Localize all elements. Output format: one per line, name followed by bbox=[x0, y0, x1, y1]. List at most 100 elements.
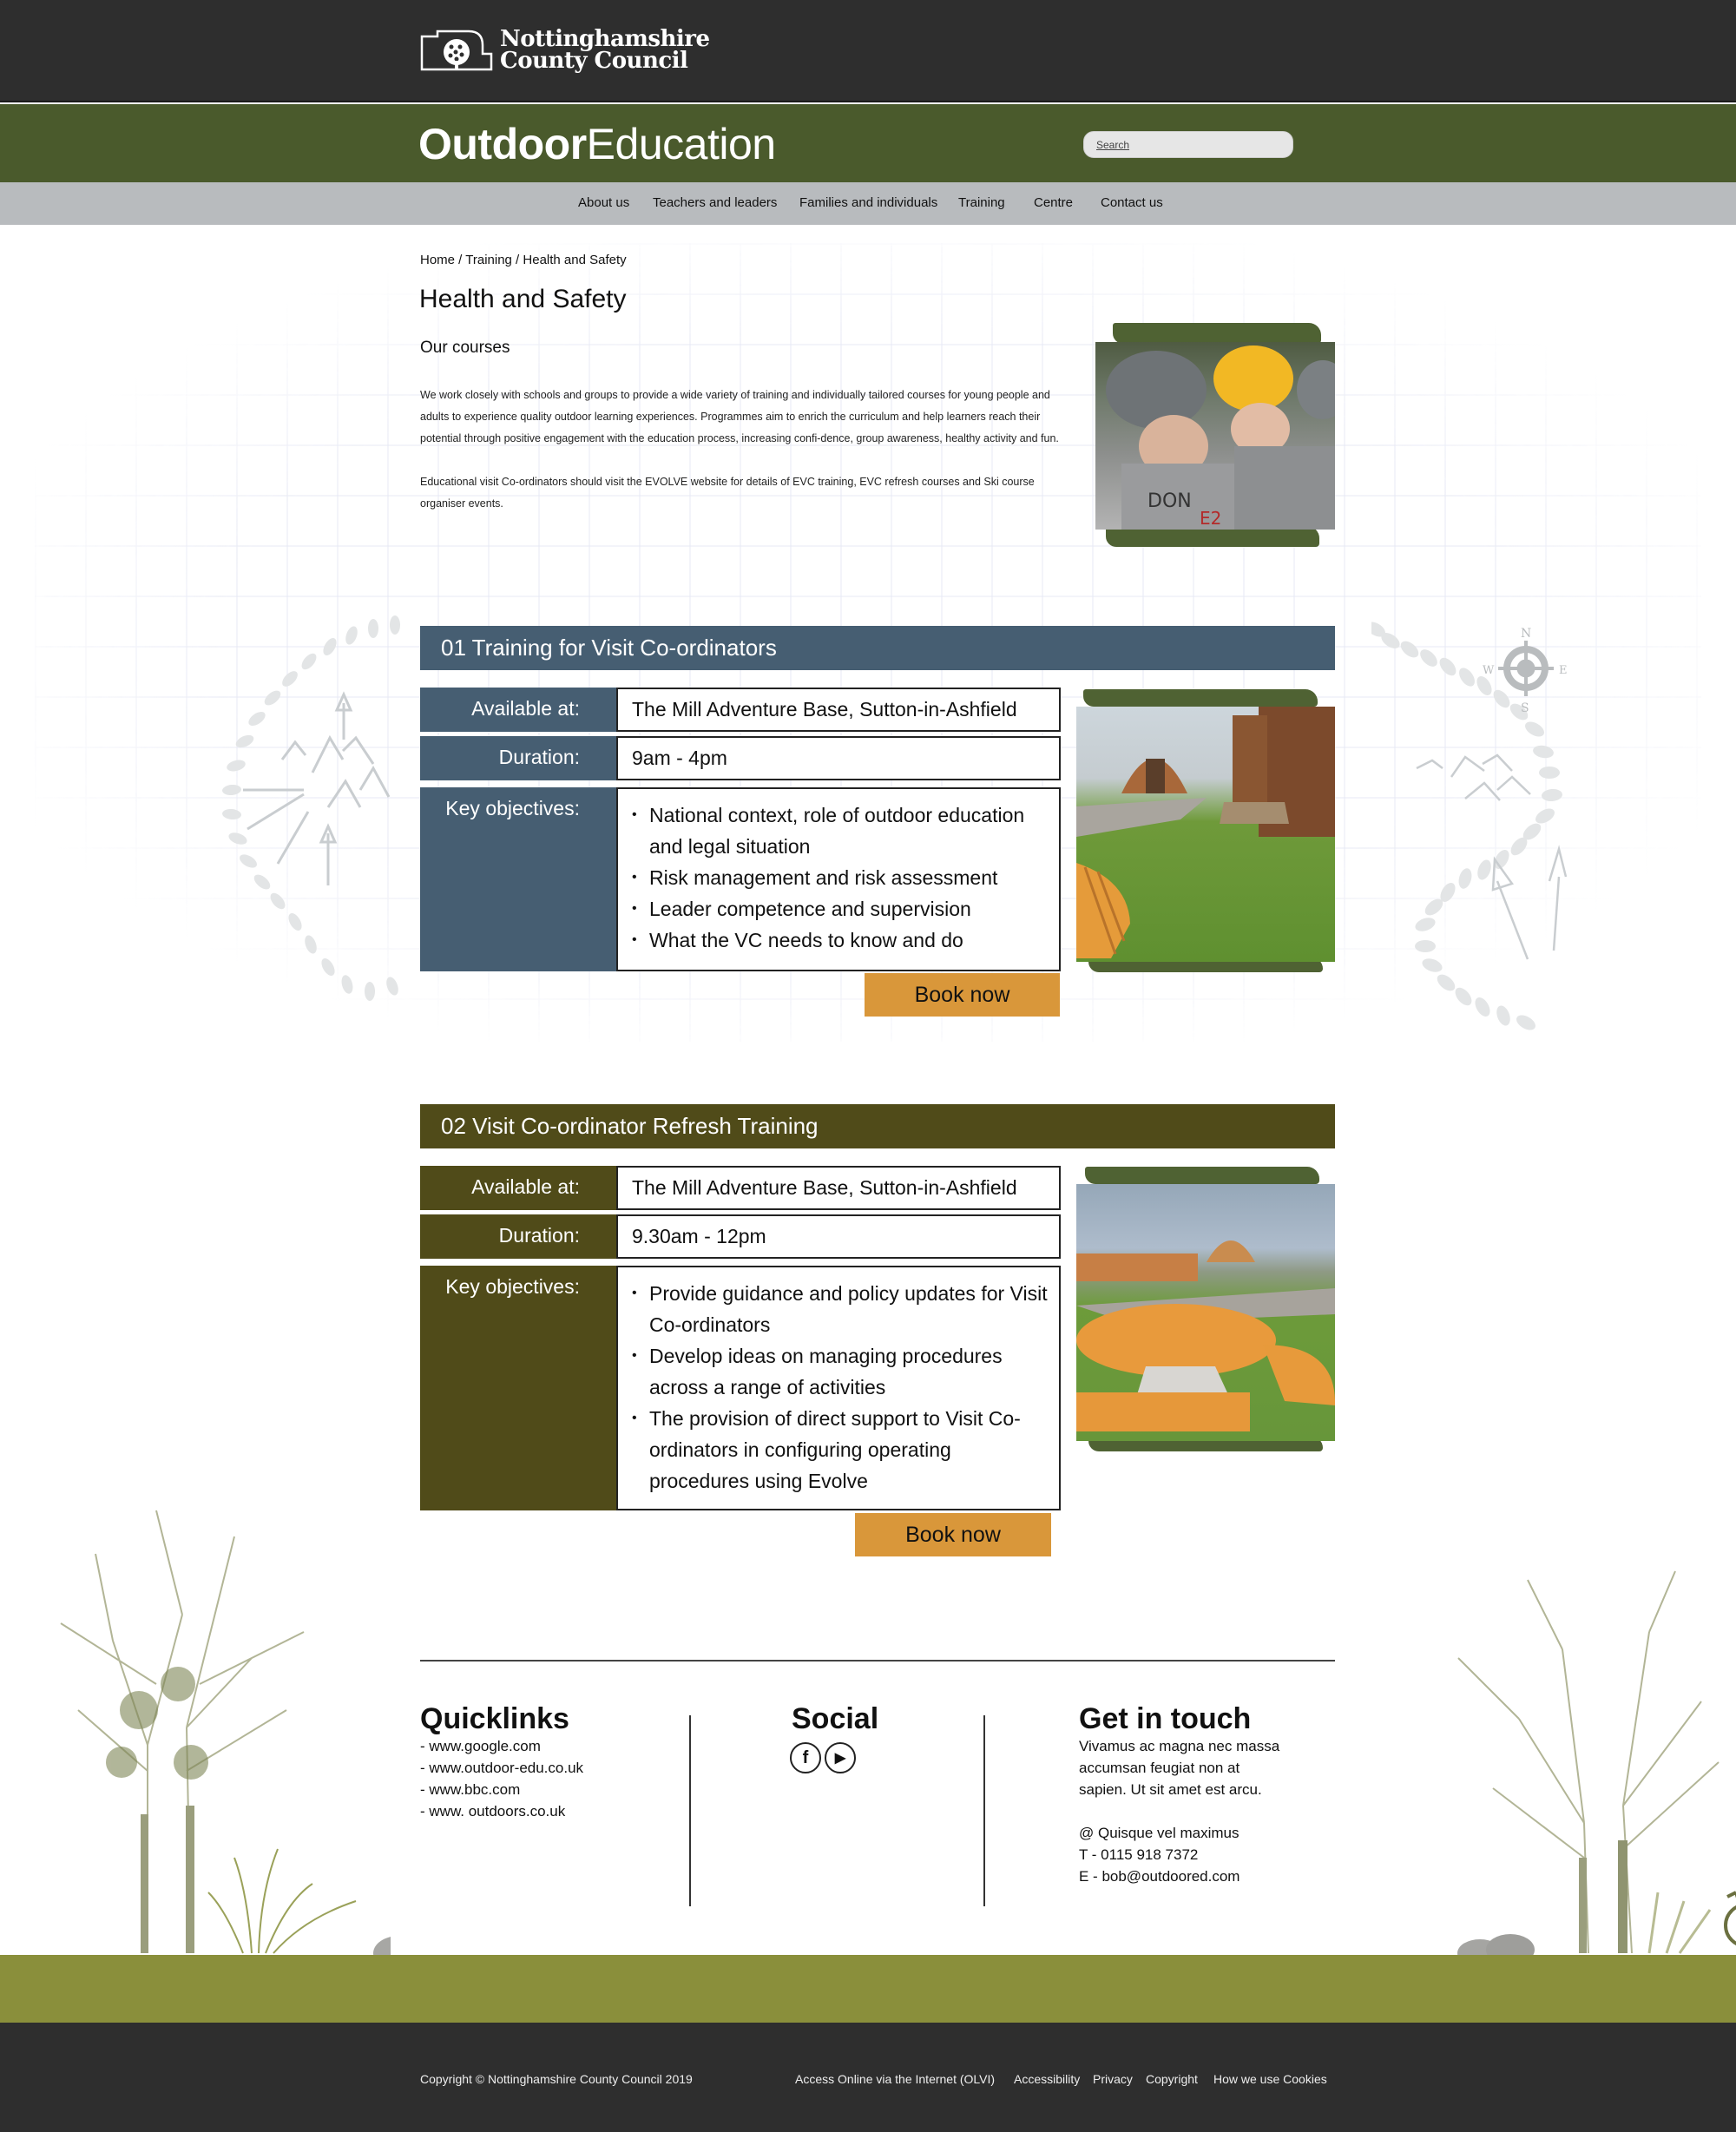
course-1-objectives-row: Key objectives: National context, role o… bbox=[420, 787, 1061, 971]
footer-link-accessibility[interactable]: Accessibility bbox=[1014, 2072, 1080, 2086]
right-trees-bicycle-illustration bbox=[1457, 1570, 1736, 1962]
objective-item: Risk management and risk assessment bbox=[632, 862, 1059, 893]
duration-label: Duration: bbox=[420, 1214, 616, 1259]
course-2-photo bbox=[1076, 1163, 1335, 1458]
svg-text:W: W bbox=[1483, 664, 1495, 677]
course-2-book-now-button[interactable]: Book now bbox=[855, 1513, 1051, 1556]
left-trail-doodle bbox=[222, 615, 400, 1001]
quicklink-outdoors[interactable]: - www. outdoors.co.uk bbox=[420, 1800, 681, 1822]
site-title[interactable]: OutdoorEducation bbox=[418, 120, 776, 168]
photo-children-helmets: DON E2 bbox=[1095, 342, 1335, 530]
footer-link-copyright[interactable]: Copyright bbox=[1146, 2072, 1198, 2086]
brush-stroke-top bbox=[1083, 689, 1318, 707]
footer-link-olvi[interactable]: Access Online via the Internet (OLVI) bbox=[795, 2072, 995, 2086]
contact-email-link[interactable]: E - bob@outdoored.com bbox=[1079, 1866, 1339, 1887]
svg-text:E2: E2 bbox=[1200, 508, 1221, 529]
left-trees-illustration bbox=[60, 1510, 391, 1962]
breadcrumb: Home / Training / Health and Safety bbox=[420, 253, 627, 267]
contact-title: Get in touch bbox=[1079, 1702, 1252, 1735]
svg-text:S: S bbox=[1521, 701, 1529, 715]
breadcrumb-training[interactable]: Training bbox=[465, 253, 512, 267]
quicklink-google[interactable]: - www.google.com bbox=[420, 1735, 681, 1757]
duration-label: Duration: bbox=[420, 736, 616, 780]
course-2-available-row: Available at: The Mill Adventure Base, S… bbox=[420, 1166, 1061, 1210]
svg-text:DON: DON bbox=[1147, 490, 1192, 512]
objectives-label: Key objectives: bbox=[420, 1266, 616, 1510]
objective-item: Develop ideas on managing procedures acr… bbox=[632, 1340, 1059, 1403]
course-2-header: 02 Visit Co-ordinator Refresh Training bbox=[420, 1104, 1335, 1148]
intro-paragraph: We work closely with schools and groups … bbox=[420, 389, 1059, 444]
footer-link-cookies[interactable]: How we use Cookies bbox=[1213, 2072, 1327, 2086]
objective-item: The provision of direct support to Visit… bbox=[632, 1403, 1059, 1497]
footer-separator bbox=[983, 1715, 985, 1906]
svg-text:E: E bbox=[1559, 664, 1568, 677]
grass-ground-strip bbox=[0, 1955, 1736, 2023]
breadcrumb-home[interactable]: Home bbox=[420, 253, 455, 267]
picnic-table-illustration bbox=[1076, 1240, 1335, 1431]
photo-camping-pods bbox=[1076, 707, 1335, 962]
course-1-photo bbox=[1076, 686, 1335, 981]
nav-item-contact-us[interactable]: Contact us bbox=[1101, 195, 1163, 210]
quicklink-outdoor-edu[interactable]: - www.outdoor-edu.co.uk bbox=[420, 1757, 681, 1779]
course-2-objectives-row: Key objectives: Provide guidance and pol… bbox=[420, 1266, 1061, 1510]
intro-paragraph: Educational visit Co-ordinators should v… bbox=[420, 476, 1035, 510]
objective-item: Leader competence and supervision bbox=[632, 893, 1059, 925]
course-2-duration-row: Duration: 9.30am - 12pm bbox=[420, 1214, 1061, 1259]
section-subtitle: Our courses bbox=[420, 339, 510, 357]
available-value: The Mill Adventure Base, Sutton-in-Ashfi… bbox=[616, 1166, 1061, 1210]
course-1-duration-row: Duration: 9am - 4pm bbox=[420, 736, 1061, 780]
contact-phone: T - 0115 918 7372 bbox=[1079, 1846, 1199, 1863]
brush-stroke-top bbox=[1113, 323, 1321, 344]
course-1-available-row: Available at: The Mill Adventure Base, S… bbox=[420, 688, 1061, 732]
nav-item-centre[interactable]: Centre bbox=[1034, 195, 1073, 210]
duration-value: 9.30am - 12pm bbox=[616, 1214, 1061, 1259]
bicycle-icon bbox=[1724, 1891, 1736, 1946]
nav-item-training[interactable]: Training bbox=[958, 195, 1005, 210]
right-compass-trail-doodle: N S W E bbox=[1371, 622, 1568, 1030]
footer-contact: Get in touch Vivamus ac magna nec massa … bbox=[1079, 1702, 1339, 1887]
brush-stroke-top bbox=[1085, 1167, 1319, 1184]
contact-social-handle: @ Quisque vel maximus bbox=[1079, 1825, 1240, 1841]
duration-value: 9am - 4pm bbox=[616, 736, 1061, 780]
footer-divider bbox=[420, 1660, 1335, 1662]
main-nav: About us Teachers and leaders Families a… bbox=[0, 182, 1736, 225]
nav-item-families-and-individuals[interactable]: Families and individuals bbox=[799, 195, 937, 210]
council-header-bar: Nottinghamshire County Council bbox=[0, 0, 1736, 102]
compass-rose-icon: N S W E bbox=[1483, 627, 1568, 715]
intro-photo: DON E2 bbox=[1095, 319, 1335, 556]
page-title: Health and Safety bbox=[419, 285, 627, 313]
nav-item-teachers-and-leaders[interactable]: Teachers and leaders bbox=[653, 195, 777, 210]
nav-item-about-us[interactable]: About us bbox=[578, 195, 629, 210]
course-1-book-now-button[interactable]: Book now bbox=[865, 973, 1060, 1017]
quicklinks-title: Quicklinks bbox=[420, 1702, 569, 1735]
objectives-list: National context, role of outdoor educat… bbox=[616, 787, 1061, 971]
objective-item: What the VC needs to know and do bbox=[632, 925, 1059, 956]
objectives-label: Key objectives: bbox=[420, 787, 616, 971]
objective-item: Provide guidance and policy updates for … bbox=[632, 1278, 1059, 1340]
available-value: The Mill Adventure Base, Sutton-in-Ashfi… bbox=[616, 688, 1061, 732]
bottom-legal-bar: Copyright © Nottinghamshire County Counc… bbox=[0, 2023, 1736, 2132]
photo-picnic-table bbox=[1076, 1184, 1335, 1441]
intro-text: We work closely with schools and groups … bbox=[420, 385, 1062, 515]
council-crest-icon bbox=[420, 30, 493, 71]
facebook-icon[interactable]: f bbox=[790, 1742, 821, 1773]
course-1-header: 01 Training for Visit Co-ordinators bbox=[420, 626, 1335, 670]
footer-social: Social f ▶ bbox=[790, 1702, 965, 1773]
social-title: Social bbox=[792, 1702, 879, 1735]
svg-text:N: N bbox=[1521, 627, 1531, 641]
objective-item: National context, role of outdoor educat… bbox=[632, 800, 1059, 862]
available-label: Available at: bbox=[420, 1166, 616, 1210]
camping-pods-illustration bbox=[1076, 707, 1335, 958]
council-logo[interactable]: Nottinghamshire County Council bbox=[420, 28, 710, 73]
objectives-list: Provide guidance and policy updates for … bbox=[616, 1266, 1061, 1510]
main-nav-bar: About us Teachers and leaders Families a… bbox=[0, 182, 1736, 225]
brand-bar: OutdoorEducation bbox=[0, 104, 1736, 182]
breadcrumb-current: Health and Safety bbox=[523, 253, 627, 267]
footer-quicklinks: Quicklinks - www.google.com - www.outdoo… bbox=[420, 1702, 681, 1822]
youtube-play-icon[interactable]: ▶ bbox=[825, 1742, 856, 1773]
copyright-text: Copyright © Nottinghamshire County Counc… bbox=[420, 2072, 693, 2086]
children-helmets-illustration: DON E2 bbox=[1106, 345, 1335, 530]
footer-link-privacy[interactable]: Privacy bbox=[1093, 2072, 1133, 2086]
search-input[interactable] bbox=[1083, 131, 1293, 158]
quicklink-bbc[interactable]: - www.bbc.com bbox=[420, 1779, 681, 1800]
